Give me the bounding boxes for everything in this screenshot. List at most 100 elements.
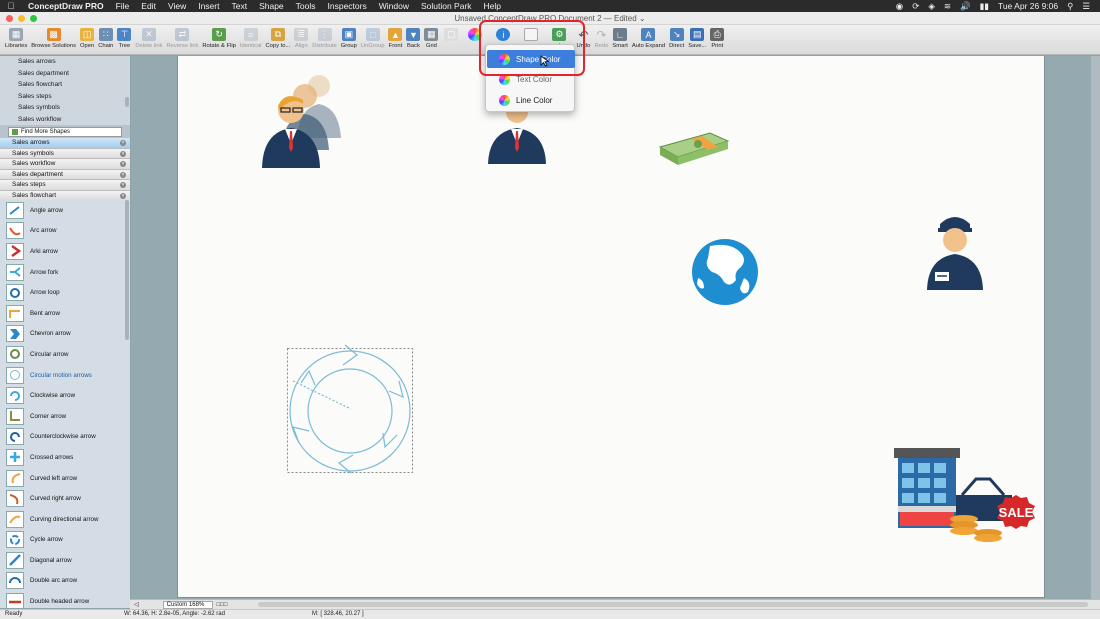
shape-item[interactable]: Chevron arrow (0, 324, 130, 345)
close-library-icon[interactable]: × (120, 171, 126, 178)
grid-button[interactable]: ▦ Grid (422, 25, 440, 49)
rotate-flip-button[interactable]: ↻ Rotate & Flip (200, 25, 238, 49)
identical-button[interactable]: ≡ Identical (238, 25, 264, 49)
library-item[interactable]: Sales arrows (0, 56, 130, 68)
shape-item[interactable]: Curving directional arrow (0, 509, 130, 530)
close-library-icon[interactable]: × (120, 192, 126, 199)
shape-item[interactable]: Circular arrow (0, 344, 130, 365)
auto-expand-button[interactable]: A Auto Expand (630, 25, 667, 49)
menu-view[interactable]: View (162, 1, 192, 11)
shape-item[interactable]: Arrow loop (0, 282, 130, 303)
horizontal-scrollbar[interactable] (257, 602, 1088, 607)
reverse-link-button[interactable]: ⇄ Reverse link (164, 25, 200, 49)
shape-item[interactable]: Corner arrow (0, 406, 130, 427)
library-item[interactable]: Sales flowchart (0, 79, 130, 91)
back-button[interactable]: ▼ Back (404, 25, 422, 49)
shape-item[interactable]: Cycle arrow (0, 530, 130, 551)
library-header-sales-steps[interactable]: Sales steps × (0, 180, 130, 191)
menu-help[interactable]: Help (478, 1, 507, 11)
apple-menu-icon[interactable]:  (0, 1, 22, 11)
sync-icon[interactable]: ⟳ (912, 1, 919, 12)
vertical-scrollbar[interactable] (1091, 56, 1100, 599)
close-library-icon[interactable]: × (120, 182, 126, 188)
shape-item[interactable]: Arc arrow (0, 221, 130, 242)
open-button[interactable]: ◫ Open (78, 25, 96, 49)
sales-team-icon[interactable] (255, 68, 355, 170)
shape-item[interactable]: Clockwise arrow (0, 385, 130, 406)
chain-button[interactable]: ∷ Chain (96, 25, 115, 49)
ungroup-button[interactable]: □ UnGroup (359, 25, 387, 49)
redo-button[interactable]: ↷ Redo (592, 25, 610, 50)
menu-inspectors[interactable]: Inspectors (322, 1, 373, 11)
front-button[interactable]: ▲ Front (386, 25, 404, 49)
shape-item[interactable]: Bent arrow (0, 303, 130, 324)
align-button[interactable]: ≣ Align (292, 25, 310, 49)
menu-shape[interactable]: Shape (253, 1, 290, 11)
direct-button[interactable]: ↘ Direct (667, 25, 686, 49)
shape-item[interactable]: Crossed arrows (0, 447, 130, 468)
money-stack-icon[interactable] (658, 125, 730, 167)
shape-item[interactable]: Curved right arrow (0, 488, 130, 509)
distribute-button[interactable]: ⋮ Distribute (310, 25, 338, 49)
print-button[interactable]: ⎙ Print (708, 25, 726, 49)
menu-solution-park[interactable]: Solution Park (415, 1, 478, 11)
copy-to-button[interactable]: ⧉ Copy to... (263, 25, 292, 49)
format-button[interactable]: ▢ (442, 25, 460, 43)
menu-tools[interactable]: Tools (290, 1, 322, 11)
smart-button[interactable]: ∟ Smart (610, 25, 629, 49)
shape-item[interactable]: Angle arrow (0, 200, 130, 221)
page-nav-icon[interactable]: ◁ (134, 601, 139, 608)
library-item[interactable]: Sales symbols (0, 102, 130, 114)
tree-button[interactable]: ⊤ Tree (115, 25, 133, 49)
menu-item-line-color[interactable]: Line Color (487, 91, 575, 109)
spotlight-icon[interactable]: ⚲ (1067, 1, 1073, 12)
delivery-man-icon[interactable] (924, 210, 986, 292)
notification-center-icon[interactable]: ☰ (1082, 1, 1090, 12)
globe-icon[interactable] (690, 238, 762, 308)
close-window-icon[interactable] (6, 15, 13, 22)
shape-library-scrollbar[interactable] (125, 200, 129, 340)
library-list-scrollbar[interactable] (125, 97, 129, 107)
battery-icon[interactable]: ▮▮ (980, 1, 989, 12)
library-header-sales-department[interactable]: Sales department × (0, 169, 130, 180)
shape-item-selected[interactable]: Circular motion arrows (0, 365, 130, 386)
libraries-button[interactable]: ▦ Libraries (3, 25, 29, 49)
library-item[interactable]: Sales steps (0, 91, 130, 103)
save-button[interactable]: ▤ Save... (686, 25, 708, 49)
app-menu[interactable]: ConceptDraw PRO (22, 1, 110, 11)
group-button[interactable]: ▣ Group (339, 25, 359, 49)
close-library-icon[interactable]: × (120, 161, 126, 167)
shape-item[interactable]: Counterclockwise arrow (0, 427, 130, 448)
sale-store-icon[interactable]: SALE (890, 445, 1042, 545)
menu-file[interactable]: File (110, 1, 136, 11)
shape-item[interactable]: Arki arrow (0, 241, 130, 262)
shape-item[interactable]: Double arc arrow (0, 571, 130, 592)
menu-edit[interactable]: Edit (135, 1, 162, 11)
zoom-window-icon[interactable] (30, 15, 37, 22)
shape-item[interactable]: Curved left arrow (0, 468, 130, 489)
clock[interactable]: Tue Apr 26 9:06 (998, 1, 1058, 11)
menu-window[interactable]: Window (373, 1, 415, 11)
view-mode-icon[interactable]: □□□ (217, 602, 228, 608)
close-library-icon[interactable]: × (120, 150, 126, 157)
delete-link-button[interactable]: ✕ Delete link (133, 25, 164, 49)
volume-icon[interactable]: 🔊 (960, 1, 971, 12)
find-more-shapes-button[interactable]: Find More Shapes (8, 126, 122, 137)
shape-item[interactable]: Arrow fork (0, 262, 130, 283)
library-header-sales-symbols[interactable]: Sales symbols × (0, 148, 130, 159)
record-icon[interactable]: ◉ (896, 1, 903, 12)
library-item[interactable]: Sales department (0, 68, 130, 80)
zoom-select[interactable]: Custom 168% (162, 600, 213, 609)
close-library-icon[interactable]: × (120, 140, 126, 146)
library-item[interactable]: Sales workflow (0, 114, 130, 126)
library-header-sales-arrows[interactable]: Sales arrows × (0, 138, 130, 149)
minimize-window-icon[interactable] (18, 15, 25, 22)
browse-solutions-button[interactable]: ▩ Browse Solutions (29, 25, 78, 49)
dropbox-icon[interactable]: ◈ (928, 1, 935, 12)
menu-insert[interactable]: Insert (192, 1, 225, 11)
wifi-icon[interactable]: ≋ (944, 1, 951, 12)
shape-item[interactable]: Double headed arrow (0, 591, 130, 608)
circular-motion-arrows-shape[interactable] (287, 343, 415, 477)
library-header-sales-workflow[interactable]: Sales workflow × (0, 159, 130, 170)
menu-text[interactable]: Text (225, 1, 253, 11)
